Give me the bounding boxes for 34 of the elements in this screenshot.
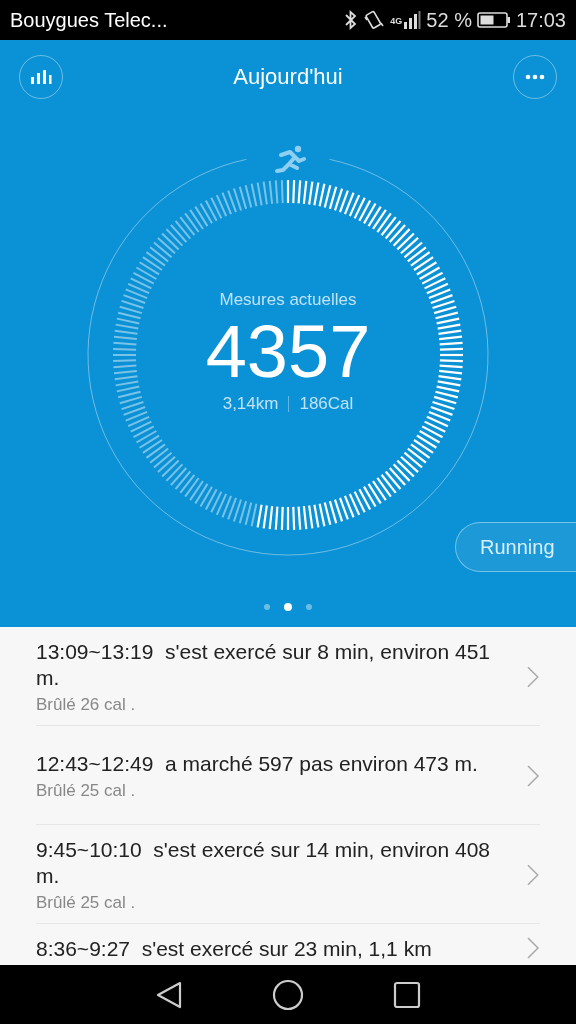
chevron-icon[interactable] [526, 863, 540, 887]
chevron-icon[interactable] [526, 936, 540, 960]
battery-percent: 52 % [426, 8, 472, 32]
signal-icon [403, 10, 422, 30]
bluetooth-icon [344, 10, 359, 30]
home-icon[interactable] [272, 978, 304, 1011]
running-button[interactable]: Running [455, 522, 576, 572]
distance: 3,14km [222, 394, 279, 414]
back-icon[interactable] [154, 979, 183, 1010]
current-label: Mesures actuelles [219, 290, 357, 310]
page-dot[interactable] [264, 604, 270, 610]
calories-burned: Brûlé 26 cal . [36, 695, 137, 715]
activity-title: 9:45~10:10 s'est exercé sur 14 min, environ 408 m. [36, 837, 492, 889]
screen-title: Aujourd'hui [233, 64, 343, 90]
clock: 17:03 [515, 8, 566, 32]
step-count: 4357 [205, 310, 371, 394]
calories-burned: Brûlé 25 cal . [36, 781, 137, 801]
more-icon [525, 74, 545, 80]
chevron-icon[interactable] [526, 665, 540, 689]
bar-chart-icon [30, 69, 52, 85]
network-type: 4G [390, 15, 403, 26]
chevron-icon[interactable] [526, 764, 540, 788]
calories-burned: Brûlé 25 cal . [36, 893, 137, 913]
calories: 186Cal [299, 394, 354, 414]
activity-title: 12:43~12:49 a marché 597 pas environ 473 m. [36, 751, 478, 777]
runner-icon [275, 145, 306, 173]
activity-title: 13:09~13:19 s'est exercé sur 8 min, environ 451 m. [36, 639, 492, 691]
activity-title: 8:36~9:27 s'est exercé sur 23 min, 1,1 km [36, 936, 432, 962]
carrier-name: Bouygues Telec... [10, 8, 168, 32]
battery-icon [476, 11, 511, 29]
vibrate-icon [363, 9, 386, 31]
recents-icon[interactable] [393, 980, 422, 1009]
page-dot[interactable] [306, 604, 312, 610]
page-dot[interactable] [284, 603, 292, 611]
